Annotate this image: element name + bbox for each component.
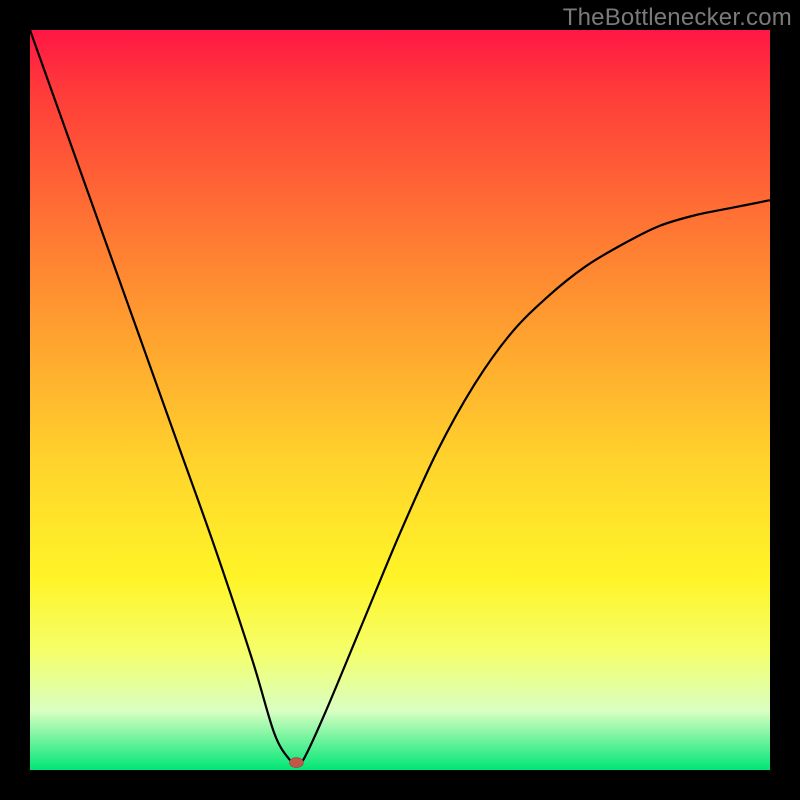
bottleneck-curve [30, 30, 770, 764]
chart-frame: TheBottlenecker.com [0, 0, 800, 800]
curve-layer [30, 30, 770, 770]
marker-dot [289, 758, 303, 768]
watermark-text: TheBottlenecker.com [563, 4, 792, 32]
plot-area [30, 30, 770, 770]
